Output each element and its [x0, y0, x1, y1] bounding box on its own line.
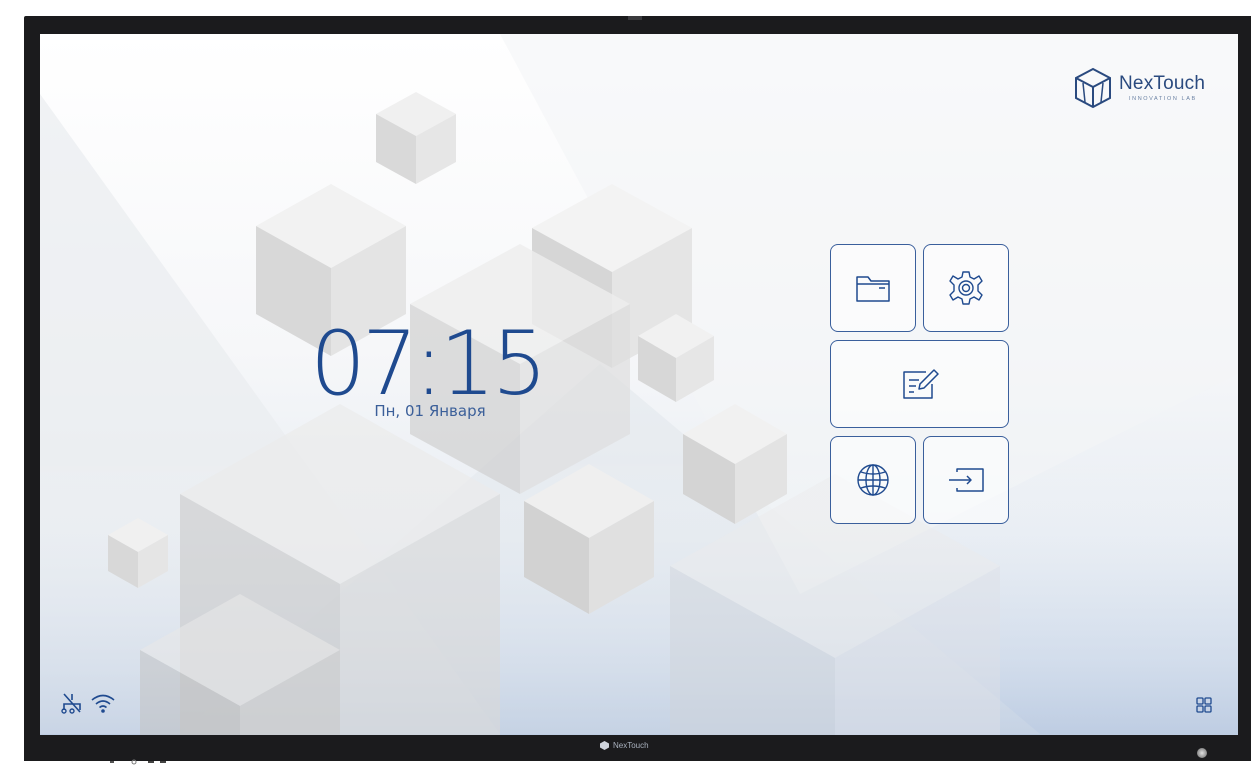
wifi-icon[interactable]: [90, 692, 116, 714]
decor-cube: [108, 518, 168, 588]
brand-logo: NexTouch INNOVATION LAB: [1073, 67, 1205, 109]
nextouch-logo-icon: [1075, 67, 1111, 109]
ethernet-disconnected-icon[interactable]: [60, 692, 84, 714]
bezel-brand-label: NexTouch: [613, 741, 649, 750]
clock-widget: 07:15 Пн, 01 Января: [310, 312, 548, 421]
home-screen: NexTouch INNOVATION LAB 07:15 Пн, 01 Янв…: [40, 34, 1238, 735]
files-tile[interactable]: [830, 244, 916, 332]
browser-tile[interactable]: [830, 436, 916, 524]
bezel-power-sensor[interactable]: [1197, 748, 1207, 758]
apps-grid-icon[interactable]: [1196, 697, 1212, 713]
note-edit-icon: [902, 369, 939, 399]
clock-time: 07:15: [310, 312, 548, 415]
decor-cube: [524, 464, 654, 614]
brand-name: NexTouch: [1119, 72, 1206, 94]
decor-cube: [638, 314, 714, 402]
decor-cube: [140, 594, 340, 735]
bezel-front-buttons[interactable]: [110, 750, 170, 765]
nextouch-logo-icon: [600, 741, 609, 750]
brand-subtitle: INNOVATION LAB: [1129, 95, 1197, 102]
globe-icon: [857, 464, 889, 496]
gear-icon: [949, 271, 983, 305]
hardware-buttons-icon: [110, 759, 166, 765]
whiteboard-tile[interactable]: [830, 340, 1009, 428]
folder-icon: [856, 276, 890, 302]
bezel-camera: [628, 16, 642, 20]
decor-cube: [376, 92, 456, 184]
settings-tile[interactable]: [923, 244, 1009, 332]
bezel-brand: NexTouch: [600, 741, 649, 750]
input-source-tile[interactable]: [923, 436, 1009, 524]
input-source-icon: [949, 468, 984, 492]
